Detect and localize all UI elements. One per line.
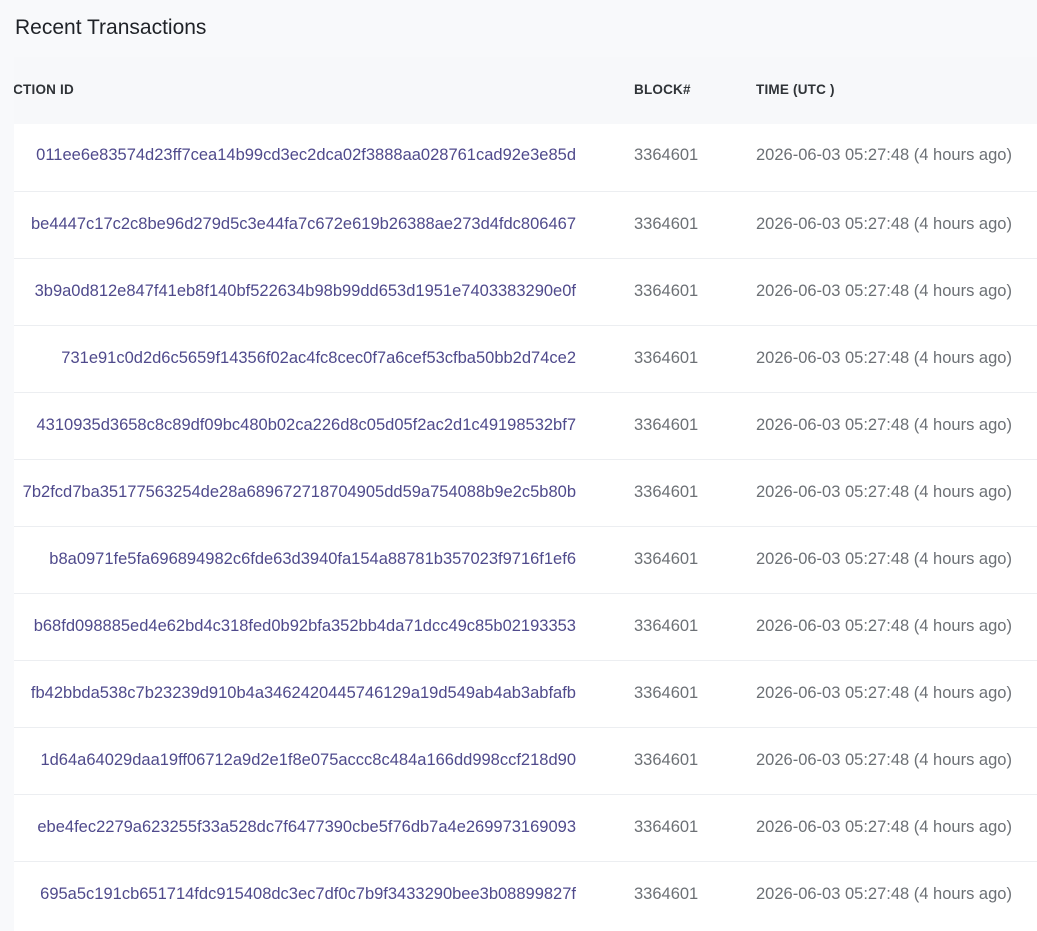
- table-row: ebe4fec2279a623255f33a528dc7f6477390cbe5…: [14, 794, 1037, 861]
- block-number: 3364601: [634, 282, 699, 300]
- transaction-time: 2026-06-03 05:27:48 (4 hours ago): [756, 349, 1012, 367]
- transaction-time: 2026-06-03 05:27:48 (4 hours ago): [756, 684, 1012, 702]
- transaction-time: 2026-06-03 05:27:48 (4 hours ago): [756, 617, 1012, 635]
- transaction-id-link[interactable]: 3b9a0d812e847f41eb8f140bf522634b98b99dd6…: [35, 281, 576, 301]
- transaction-time: 2026-06-03 05:27:48 (4 hours ago): [756, 483, 1012, 501]
- transaction-time: 2026-06-03 05:27:48 (4 hours ago): [756, 818, 1012, 836]
- table-row: 695a5c191cb651714fdc915408dc3ec7df0c7b9f…: [14, 861, 1037, 928]
- transaction-time: 2026-06-03 05:27:48 (4 hours ago): [756, 885, 1012, 903]
- table-row: 7b2fcd7ba35177563254de28a689672718704905…: [14, 459, 1037, 526]
- table-row: b8a0971fe5fa696894982c6fde63d3940fa154a8…: [14, 526, 1037, 593]
- block-number: 3364601: [634, 416, 699, 434]
- column-header-block[interactable]: BLOCK#: [634, 82, 691, 98]
- transactions-table: NSACTION ID BLOCK# TIME (UTC ) 011ee6e83…: [14, 57, 1037, 931]
- block-number: 3364601: [634, 818, 699, 836]
- block-number: 3364601: [634, 684, 699, 702]
- transaction-time: 2026-06-03 05:27:48 (4 hours ago): [756, 215, 1012, 233]
- transaction-id-link[interactable]: 731e91c0d2d6c5659f14356f02ac4fc8cec0f7a6…: [61, 348, 576, 368]
- transaction-id-link[interactable]: fb42bbda538c7b23239d910b4a34624204457461…: [31, 683, 576, 703]
- table-row: 1d64a64029daa19ff06712a9d2e1f8e075accc8c…: [14, 727, 1037, 794]
- transaction-id-link[interactable]: 1d64a64029daa19ff06712a9d2e1f8e075accc8c…: [40, 750, 576, 770]
- block-number: 3364601: [634, 349, 699, 367]
- transaction-id-link[interactable]: be4447c17c2c8be96d279d5c3e44fa7c672e619b…: [31, 214, 576, 234]
- block-number: 3364601: [634, 146, 699, 164]
- transaction-id-link[interactable]: 695a5c191cb651714fdc915408dc3ec7df0c7b9f…: [40, 884, 576, 904]
- table-row: fb42bbda538c7b23239d910b4a34624204457461…: [14, 660, 1037, 727]
- transaction-id-link[interactable]: 4310935d3658c8c89df09bc480b02ca226d8c05d…: [36, 415, 576, 435]
- recent-transactions-page: Recent Transactions NSACTION ID BLOCK# T…: [0, 0, 1037, 931]
- transaction-id-link[interactable]: ebe4fec2279a623255f33a528dc7f6477390cbe5…: [37, 817, 576, 837]
- transaction-id-link[interactable]: 7b2fcd7ba35177563254de28a689672718704905…: [23, 482, 576, 502]
- column-header-transaction-id[interactable]: NSACTION ID: [14, 82, 74, 98]
- transaction-time: 2026-06-03 05:27:48 (4 hours ago): [756, 282, 1012, 300]
- block-number: 3364601: [634, 617, 699, 635]
- table-row: 3b9a0d812e847f41eb8f140bf522634b98b99dd6…: [14, 258, 1037, 325]
- block-number: 3364601: [634, 483, 699, 501]
- table-body: 011ee6e83574d23ff7cea14b99cd3ec2dca02f38…: [14, 124, 1037, 928]
- table-row: 4310935d3658c8c89df09bc480b02ca226d8c05d…: [14, 392, 1037, 459]
- column-header-time[interactable]: TIME (UTC ): [756, 82, 835, 98]
- transaction-id-link[interactable]: 011ee6e83574d23ff7cea14b99cd3ec2dca02f38…: [36, 145, 576, 165]
- transaction-time: 2026-06-03 05:27:48 (4 hours ago): [756, 416, 1012, 434]
- block-number: 3364601: [634, 751, 699, 769]
- table-row: 011ee6e83574d23ff7cea14b99cd3ec2dca02f38…: [14, 124, 1037, 191]
- table-row: b68fd098885ed4e62bd4c318fed0b92bfa352bb4…: [14, 593, 1037, 660]
- transaction-time: 2026-06-03 05:27:48 (4 hours ago): [756, 751, 1012, 769]
- table-row: 731e91c0d2d6c5659f14356f02ac4fc8cec0f7a6…: [14, 325, 1037, 392]
- transaction-time: 2026-06-03 05:27:48 (4 hours ago): [756, 146, 1012, 164]
- page-title: Recent Transactions: [15, 16, 207, 39]
- block-number: 3364601: [634, 550, 699, 568]
- block-number: 3364601: [634, 885, 699, 903]
- transaction-time: 2026-06-03 05:27:48 (4 hours ago): [756, 550, 1012, 568]
- table-row: be4447c17c2c8be96d279d5c3e44fa7c672e619b…: [14, 191, 1037, 258]
- block-number: 3364601: [634, 215, 699, 233]
- transaction-id-link[interactable]: b8a0971fe5fa696894982c6fde63d3940fa154a8…: [49, 549, 576, 569]
- table-header: NSACTION ID BLOCK# TIME (UTC ): [14, 57, 1037, 124]
- transaction-id-link[interactable]: b68fd098885ed4e62bd4c318fed0b92bfa352bb4…: [34, 616, 576, 636]
